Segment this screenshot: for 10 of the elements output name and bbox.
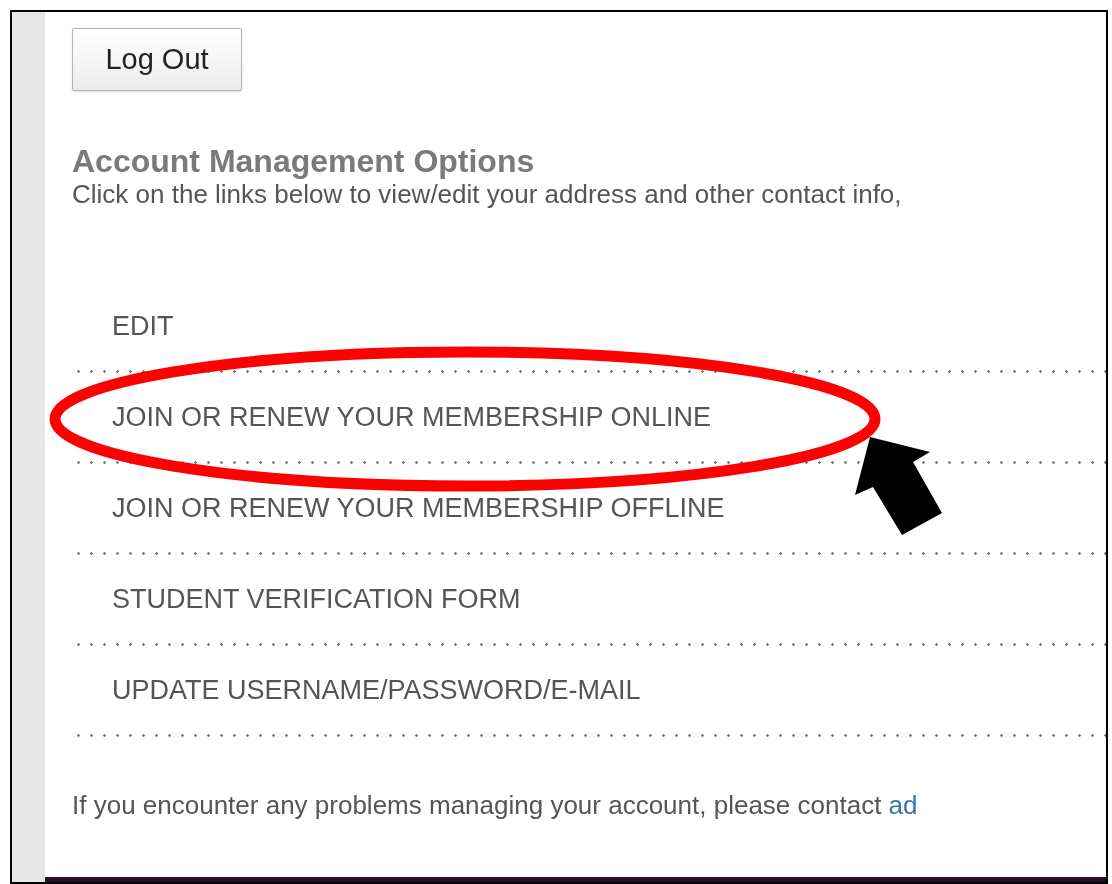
account-link[interactable]: STUDENT VERIFICATION FORM: [112, 555, 521, 643]
account-link[interactable]: JOIN OR RENEW YOUR MEMBERSHIP OFFLINE: [112, 464, 725, 552]
section-heading: Account Management Options: [72, 143, 535, 179]
log-out-button[interactable]: Log Out: [72, 28, 242, 91]
help-text: If you encounter any problems managing your account, please contact ad: [72, 789, 918, 822]
account-link[interactable]: EDIT: [112, 282, 174, 370]
intro-text: Click on the links below to view/edit your address and other contact info,: [72, 179, 902, 211]
contact-link[interactable]: ad: [888, 790, 918, 820]
account-link[interactable]: JOIN OR RENEW YOUR MEMBERSHIP ONLINE: [112, 373, 712, 461]
account-link[interactable]: UPDATE USERNAME/PASSWORD/E-MAIL: [112, 646, 641, 734]
